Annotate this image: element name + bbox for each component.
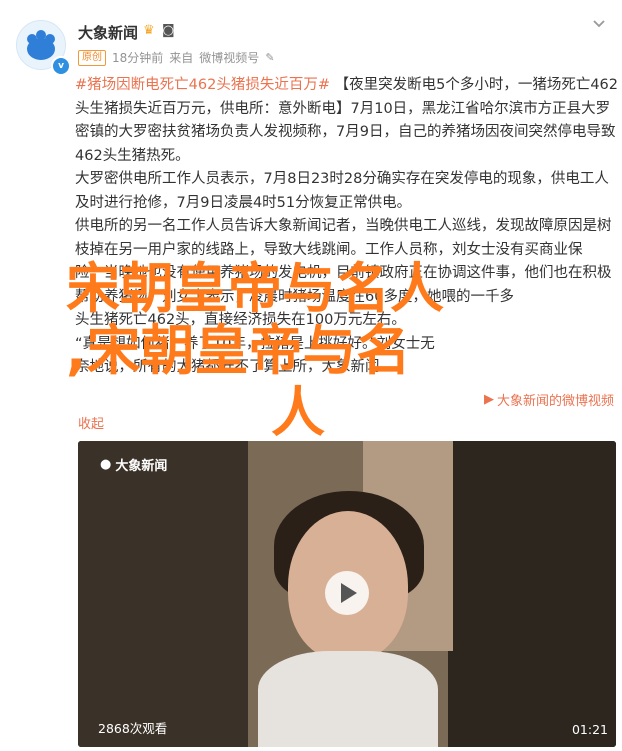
video-watermark-text: 大象新闻 — [115, 459, 168, 474]
video-watermark: ● 大象新闻 — [100, 455, 167, 474]
original-tag: 原创 — [78, 49, 106, 66]
post-source[interactable]: 微博视频号 — [199, 49, 259, 66]
video-duration: 01:21 — [571, 722, 608, 737]
edited-icon: ✎ — [265, 51, 275, 64]
chevron-down-icon[interactable] — [590, 14, 608, 32]
username[interactable]: 大象新闻 — [78, 22, 138, 43]
play-button[interactable] — [325, 571, 369, 615]
post-content: #猪场因断电死亡462头猪损失近百万# 【夜里突发断电5个多小时，一猪场死亡46… — [75, 74, 620, 380]
vip-icon: ♛ — [143, 23, 155, 38]
person-shirt — [258, 651, 438, 747]
hashtag-link[interactable]: #猪场因断电死亡462头猪损失近百万# — [75, 77, 330, 93]
elephant-small-icon: ● — [100, 457, 112, 472]
video-icon: ▶ — [483, 392, 494, 407]
play-icon — [341, 583, 357, 603]
video-source-label: 大象新闻的微博视频 — [496, 394, 614, 409]
post-meta: 原创 18分钟前 来自 微博视频号 ✎ — [78, 49, 275, 66]
post-paragraph-1: #猪场因断电死亡462头猪损失近百万# 【夜里突发断电5个多小时，一猪场死亡46… — [75, 74, 620, 168]
video-blur-right — [448, 441, 616, 747]
post-paragraph-7: “真是想如何猪，养了10年，拉猪是上挑好好。”刘女士无 — [75, 335, 435, 352]
video-source-link[interactable]: ▶ 大象新闻的微博视频 — [484, 390, 614, 409]
post-header: v 大象新闻 ♛ ◙ 原创 18分钟前 来自 微博视频号 ✎ — [0, 0, 622, 76]
post-paragraph-8: 奈地说，所有的大猪都开不了算上所，大象新闻 — [75, 359, 380, 375]
post-paragraph-6: 头生猪死亡462头，直接经济损失在100万元左右。 — [75, 312, 406, 328]
camera-icon: ◙ — [162, 23, 175, 38]
post-paragraph-4: 险，当晚她也没有使用养猪场的发电机，目前镇政府正在协调这件事，他们也在积极 — [75, 265, 612, 281]
collapse-link[interactable]: 收起 — [78, 413, 104, 432]
overlay-line-3: 人 — [271, 381, 325, 444]
video-blur-left — [78, 441, 248, 747]
post-paragraph-2: 大罗密供电所工作人员表示，7月8日23时28分确实存在突发停电的现象，供电工人及… — [75, 171, 609, 211]
verified-badge: v — [51, 56, 71, 76]
post-paragraph-3: 供电所的另一名工作人员告诉大象新闻记者，当晚供电工人巡线，发现故障原因是树枝掉在… — [75, 218, 612, 258]
post-time[interactable]: 18分钟前 — [112, 49, 163, 66]
video-views: 2868次观看 — [98, 721, 168, 736]
post-paragraph-5: 帮助养猪场。刘女士表示，凌晨时猪场温度在60多度，她喂的一千多 — [75, 288, 514, 305]
video-player[interactable]: ● 大象新闻 2868次观看 01:21 — [78, 441, 616, 747]
source-prefix: 来自 — [169, 51, 194, 65]
